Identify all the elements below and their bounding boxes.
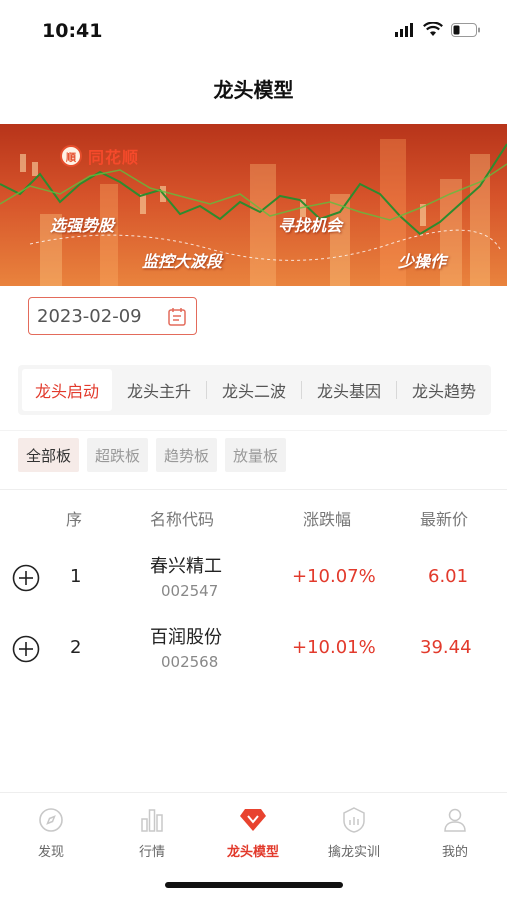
filter-all-boards[interactable]: 全部板 [18, 438, 80, 472]
shield-chart-icon [343, 807, 365, 833]
nav-market[interactable]: 行情 [112, 805, 192, 860]
model-tabs: 龙头启动 龙头主升 龙头二波 龙头基因 龙头趋势 [18, 365, 491, 415]
promo-banner[interactable]: 順 同花顺 选强势股 寻找机会 监控大波段 少操作 [0, 124, 507, 286]
add-watchlist-icon[interactable] [12, 564, 40, 592]
tab-longtou-jiyin[interactable]: 龙头基因 [302, 369, 396, 411]
tab-longtou-qushi[interactable]: 龙头趋势 [397, 369, 491, 411]
stock-price: 6.01 [428, 566, 469, 587]
row-index: 1 [70, 566, 82, 587]
row-index: 2 [70, 637, 82, 658]
stock-change: +10.07% [292, 566, 376, 587]
home-indicator [165, 882, 343, 888]
signal-icon [395, 22, 413, 37]
stock-name: 春兴精工 [150, 556, 222, 577]
user-icon [444, 808, 466, 832]
board-filters: 全部板 超跌板 趋势板 放量板 [18, 438, 287, 472]
header-price: 最新价 [420, 510, 469, 529]
nav-label: 行情 [138, 845, 165, 860]
date-value: 2023-02-09 [37, 305, 142, 327]
tab-longtou-erbo[interactable]: 龙头二波 [207, 369, 301, 411]
tab-longtou-qidong[interactable]: 龙头启动 [22, 369, 112, 411]
diamond-icon [240, 809, 266, 831]
header-index: 序 [66, 510, 83, 529]
compass-icon [39, 808, 63, 832]
header-name-code: 名称代码 [150, 510, 215, 529]
status-time: 10:41 [42, 20, 103, 42]
calendar-icon [168, 308, 186, 326]
nav-label: 我的 [441, 845, 468, 860]
filter-volume-board[interactable]: 放量板 [225, 438, 287, 472]
battery-icon [451, 22, 480, 37]
brand-logo-icon: 順 [60, 145, 82, 167]
divider [0, 430, 507, 431]
nav-dragon-model[interactable]: 龙头模型 [213, 805, 293, 860]
nav-label: 龙头模型 [226, 845, 279, 860]
filter-trend-board[interactable]: 趋势板 [156, 438, 218, 472]
add-watchlist-icon[interactable] [12, 635, 40, 663]
banner-slogan-4: 少操作 [398, 252, 447, 271]
wifi-icon [423, 22, 443, 36]
nav-discover[interactable]: 发现 [11, 805, 91, 860]
tab-longtou-zhusheng[interactable]: 龙头主升 [112, 369, 206, 411]
brand-logo-text: 同花顺 [88, 148, 140, 167]
nav-profile[interactable]: 我的 [415, 805, 495, 860]
brand-logo: 順 同花顺 [60, 144, 139, 168]
stock-code: 002568 [161, 653, 219, 671]
banner-slogan-3: 监控大波段 [142, 252, 223, 271]
date-picker[interactable]: 2023-02-09 [28, 297, 197, 335]
nav-training[interactable]: 擒龙实训 [314, 805, 394, 860]
nav-label: 擒龙实训 [327, 845, 380, 860]
page-title: 龙头模型 [213, 77, 294, 102]
bar-chart-icon [141, 809, 163, 832]
table-header: 序 名称代码 涨跌幅 最新价 [0, 500, 507, 534]
banner-slogan-1: 选强势股 [50, 216, 115, 235]
nav-label: 发现 [37, 845, 64, 860]
header-change: 涨跌幅 [303, 510, 352, 529]
status-icons [395, 22, 481, 37]
stock-change: +10.01% [292, 637, 376, 658]
banner-slogan-2: 寻找机会 [278, 216, 343, 235]
stock-price: 39.44 [420, 637, 472, 658]
stock-code: 002547 [161, 582, 219, 600]
status-bar: 10:41 [0, 0, 507, 64]
stock-name: 百润股份 [150, 627, 222, 648]
table-row[interactable]: 1 春兴精工 002547 +10.07% 6.01 [0, 542, 507, 612]
filter-oversold-board[interactable]: 超跌板 [87, 438, 149, 472]
table-row[interactable]: 2 百润股份 002568 +10.01% 39.44 [0, 613, 507, 683]
divider [0, 489, 507, 490]
